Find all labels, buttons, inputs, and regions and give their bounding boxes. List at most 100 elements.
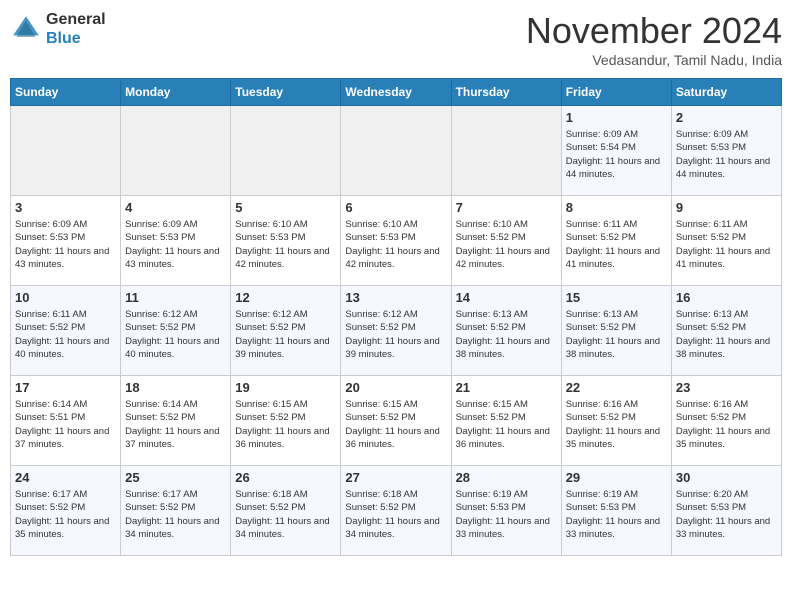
calendar-day-cell: 9 Sunrise: 6:11 AMSunset: 5:52 PMDaylight… [671,196,781,286]
day-info: Sunrise: 6:14 AMSunset: 5:51 PMDaylight:… [15,398,116,451]
day-info: Sunrise: 6:12 AMSunset: 5:52 PMDaylight:… [345,308,446,361]
day-number: 1 [566,110,667,125]
calendar-day-cell [341,106,451,196]
day-number: 10 [15,290,116,305]
calendar-day-cell [231,106,341,196]
calendar-day-cell [11,106,121,196]
calendar-day-cell: 7 Sunrise: 6:10 AMSunset: 5:52 PMDaylight… [451,196,561,286]
calendar-day-cell: 27 Sunrise: 6:18 AMSunset: 5:52 PMDayligh… [341,466,451,556]
calendar-day-cell: 21 Sunrise: 6:15 AMSunset: 5:52 PMDayligh… [451,376,561,466]
day-info: Sunrise: 6:13 AMSunset: 5:52 PMDaylight:… [676,308,777,361]
day-number: 8 [566,200,667,215]
weekday-header-monday: Monday [121,79,231,106]
logo-blue: Blue [46,29,106,48]
location-subtitle: Vedasandur, Tamil Nadu, India [526,52,782,68]
day-number: 3 [15,200,116,215]
day-number: 13 [345,290,446,305]
day-number: 5 [235,200,336,215]
calendar-day-cell: 8Sunrise: 6:11 AMSunset: 5:52 PMDaylight… [561,196,671,286]
logo-general: General [46,10,106,29]
calendar-day-cell: 28 Sunrise: 6:19 AMSunset: 5:53 PMDayligh… [451,466,561,556]
calendar-week-3: 10 Sunrise: 6:11 AMSunset: 5:52 PMDayligh… [11,286,782,376]
day-info: Sunrise: 6:09 AMSunset: 5:53 PMDaylight:… [676,128,777,181]
calendar-day-cell: 24Sunrise: 6:17 AMSunset: 5:52 PMDayligh… [11,466,121,556]
day-info: Sunrise: 6:20 AMSunset: 5:53 PMDaylight:… [676,488,777,541]
day-info: Sunrise: 6:17 AMSunset: 5:52 PMDaylight:… [125,488,226,541]
calendar-day-cell: 19 Sunrise: 6:15 AMSunset: 5:52 PMDayligh… [231,376,341,466]
day-info: Sunrise: 6:11 AMSunset: 5:52 PMDaylight:… [15,308,116,361]
calendar-day-cell: 22 Sunrise: 6:16 AMSunset: 5:52 PMDayligh… [561,376,671,466]
day-number: 2 [676,110,777,125]
day-info: Sunrise: 6:18 AMSunset: 5:52 PMDaylight:… [345,488,446,541]
title-block: November 2024 Vedasandur, Tamil Nadu, In… [526,10,782,68]
day-number: 28 [456,470,557,485]
calendar-day-cell [121,106,231,196]
day-info: Sunrise: 6:18 AMSunset: 5:52 PMDaylight:… [235,488,336,541]
day-number: 29 [566,470,667,485]
calendar-week-1: 1Sunrise: 6:09 AMSunset: 5:54 PMDaylight… [11,106,782,196]
day-number: 17 [15,380,116,395]
day-info: Sunrise: 6:16 AMSunset: 5:52 PMDaylight:… [676,398,777,451]
calendar-day-cell [451,106,561,196]
day-number: 22 [566,380,667,395]
calendar-day-cell: 1Sunrise: 6:09 AMSunset: 5:54 PMDaylight… [561,106,671,196]
day-info: Sunrise: 6:13 AMSunset: 5:52 PMDaylight:… [456,308,557,361]
day-info: Sunrise: 6:19 AMSunset: 5:53 PMDaylight:… [566,488,667,541]
day-number: 20 [345,380,446,395]
calendar-day-cell: 14 Sunrise: 6:13 AMSunset: 5:52 PMDayligh… [451,286,561,376]
day-number: 11 [125,290,226,305]
weekday-header-wednesday: Wednesday [341,79,451,106]
weekday-header-sunday: Sunday [11,79,121,106]
day-info: Sunrise: 6:16 AMSunset: 5:52 PMDaylight:… [566,398,667,451]
calendar-day-cell: 6 Sunrise: 6:10 AMSunset: 5:53 PMDaylight… [341,196,451,286]
weekday-header-thursday: Thursday [451,79,561,106]
calendar-week-2: 3Sunrise: 6:09 AMSunset: 5:53 PMDaylight… [11,196,782,286]
calendar-day-cell: 25 Sunrise: 6:17 AMSunset: 5:52 PMDayligh… [121,466,231,556]
day-info: Sunrise: 6:10 AMSunset: 5:52 PMDaylight:… [456,218,557,271]
day-number: 27 [345,470,446,485]
weekday-header-tuesday: Tuesday [231,79,341,106]
day-info: Sunrise: 6:15 AMSunset: 5:52 PMDaylight:… [345,398,446,451]
day-info: Sunrise: 6:14 AMSunset: 5:52 PMDaylight:… [125,398,226,451]
logo: General Blue [10,10,106,48]
day-number: 30 [676,470,777,485]
calendar-week-4: 17 Sunrise: 6:14 AMSunset: 5:51 PMDayligh… [11,376,782,466]
calendar-day-cell: 12 Sunrise: 6:12 AMSunset: 5:52 PMDayligh… [231,286,341,376]
logo-text: General Blue [46,10,106,48]
day-info: Sunrise: 6:12 AMSunset: 5:52 PMDaylight:… [235,308,336,361]
weekday-header-friday: Friday [561,79,671,106]
day-info: Sunrise: 6:13 AMSunset: 5:52 PMDaylight:… [566,308,667,361]
day-info: Sunrise: 6:19 AMSunset: 5:53 PMDaylight:… [456,488,557,541]
month-title: November 2024 [526,10,782,52]
logo-icon [10,13,42,45]
calendar-day-cell: 30 Sunrise: 6:20 AMSunset: 5:53 PMDayligh… [671,466,781,556]
calendar-day-cell: 16 Sunrise: 6:13 AMSunset: 5:52 PMDayligh… [671,286,781,376]
day-number: 12 [235,290,336,305]
day-number: 25 [125,470,226,485]
calendar-day-cell: 5 Sunrise: 6:10 AMSunset: 5:53 PMDaylight… [231,196,341,286]
calendar-day-cell: 29 Sunrise: 6:19 AMSunset: 5:53 PMDayligh… [561,466,671,556]
day-number: 21 [456,380,557,395]
day-info: Sunrise: 6:15 AMSunset: 5:52 PMDaylight:… [235,398,336,451]
day-number: 7 [456,200,557,215]
calendar-day-cell: 4Sunrise: 6:09 AMSunset: 5:53 PMDaylight… [121,196,231,286]
day-number: 4 [125,200,226,215]
calendar-day-cell: 26Sunrise: 6:18 AMSunset: 5:52 PMDayligh… [231,466,341,556]
calendar-day-cell: 2 Sunrise: 6:09 AMSunset: 5:53 PMDaylight… [671,106,781,196]
calendar-day-cell: 18Sunrise: 6:14 AMSunset: 5:52 PMDayligh… [121,376,231,466]
day-number: 14 [456,290,557,305]
day-info: Sunrise: 6:12 AMSunset: 5:52 PMDaylight:… [125,308,226,361]
day-info: Sunrise: 6:10 AMSunset: 5:53 PMDaylight:… [235,218,336,271]
day-info: Sunrise: 6:15 AMSunset: 5:52 PMDaylight:… [456,398,557,451]
day-info: Sunrise: 6:11 AMSunset: 5:52 PMDaylight:… [676,218,777,271]
day-info: Sunrise: 6:10 AMSunset: 5:53 PMDaylight:… [345,218,446,271]
calendar-day-cell: 13 Sunrise: 6:12 AMSunset: 5:52 PMDayligh… [341,286,451,376]
page-header: General Blue November 2024 Vedasandur, T… [10,10,782,68]
day-number: 9 [676,200,777,215]
day-number: 6 [345,200,446,215]
day-number: 16 [676,290,777,305]
day-number: 23 [676,380,777,395]
day-number: 19 [235,380,336,395]
calendar-day-cell: 10 Sunrise: 6:11 AMSunset: 5:52 PMDayligh… [11,286,121,376]
calendar-day-cell: 20 Sunrise: 6:15 AMSunset: 5:52 PMDayligh… [341,376,451,466]
